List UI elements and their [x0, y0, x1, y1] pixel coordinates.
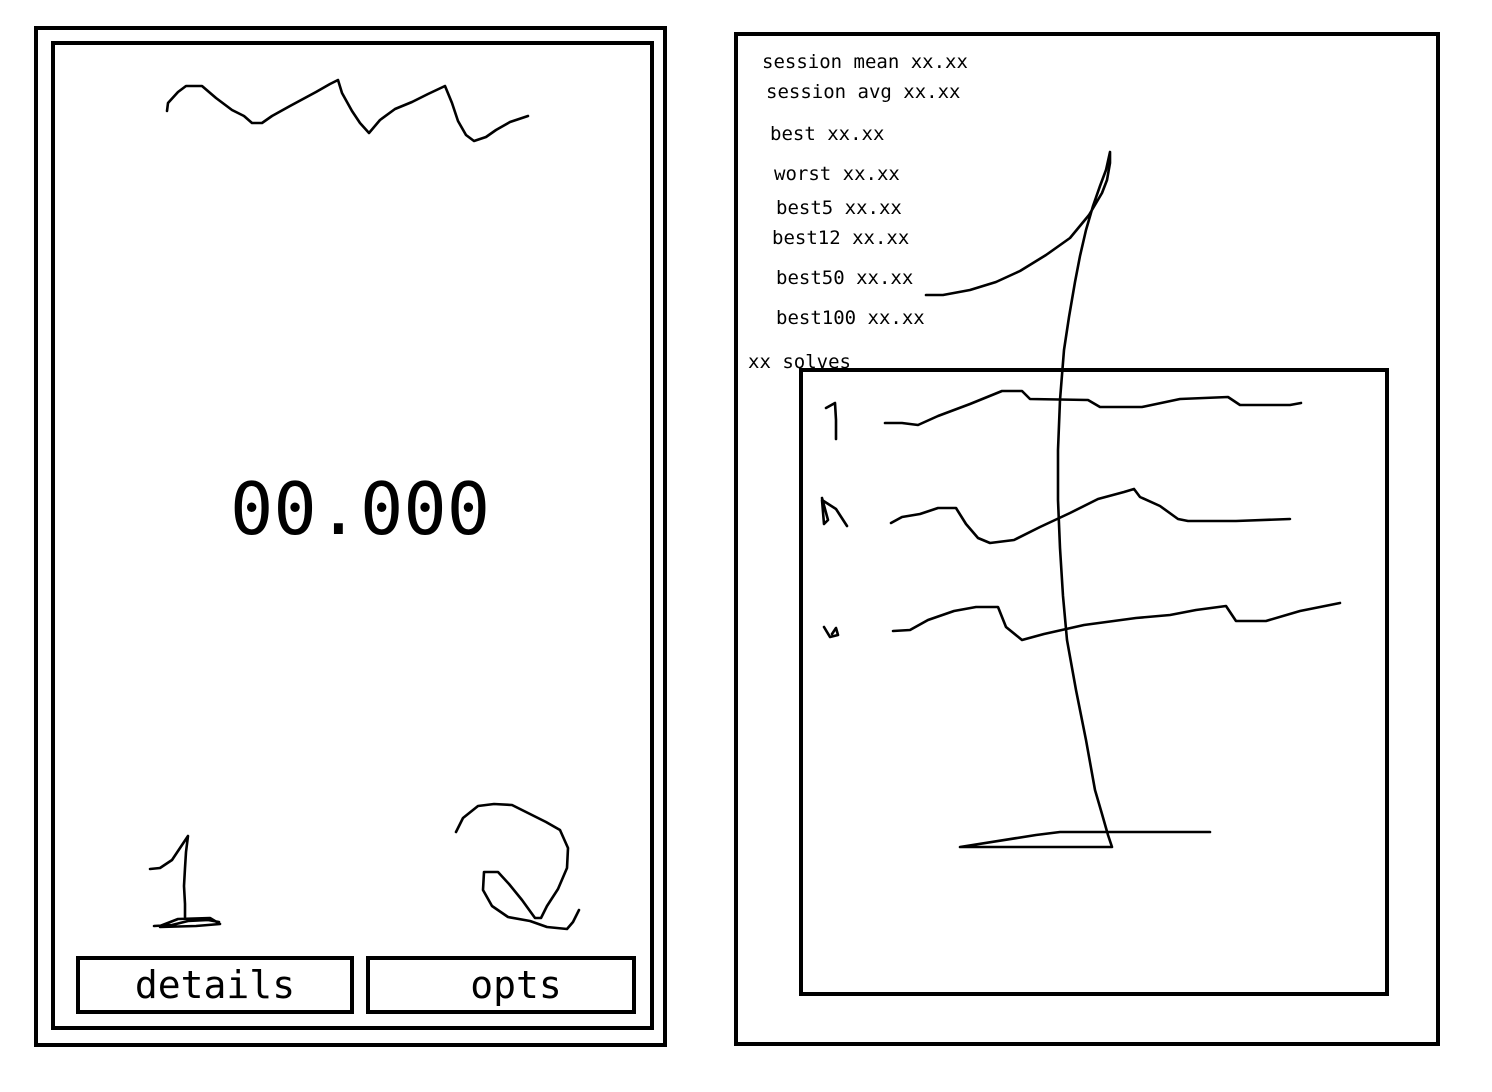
session-mean-stat: session mean xx.xx [762, 51, 968, 73]
best12-stat: best12 xx.xx [772, 227, 910, 249]
best5-stat: best5 xx.xx [776, 197, 902, 219]
solve-list-box [799, 368, 1389, 996]
best-stat: best xx.xx [770, 123, 885, 145]
best100-stat: best100 xx.xx [776, 307, 925, 329]
session-avg-stat: session avg xx.xx [766, 81, 961, 103]
details-button-label: details [134, 963, 296, 1007]
timer-display: 00.000 [230, 467, 491, 551]
worst-stat: worst xx.xx [774, 163, 900, 185]
best50-stat: best50 xx.xx [776, 267, 914, 289]
opts-button[interactable]: opts [366, 956, 636, 1014]
details-button[interactable]: details [76, 956, 354, 1014]
opts-button-label: opts [470, 963, 562, 1007]
